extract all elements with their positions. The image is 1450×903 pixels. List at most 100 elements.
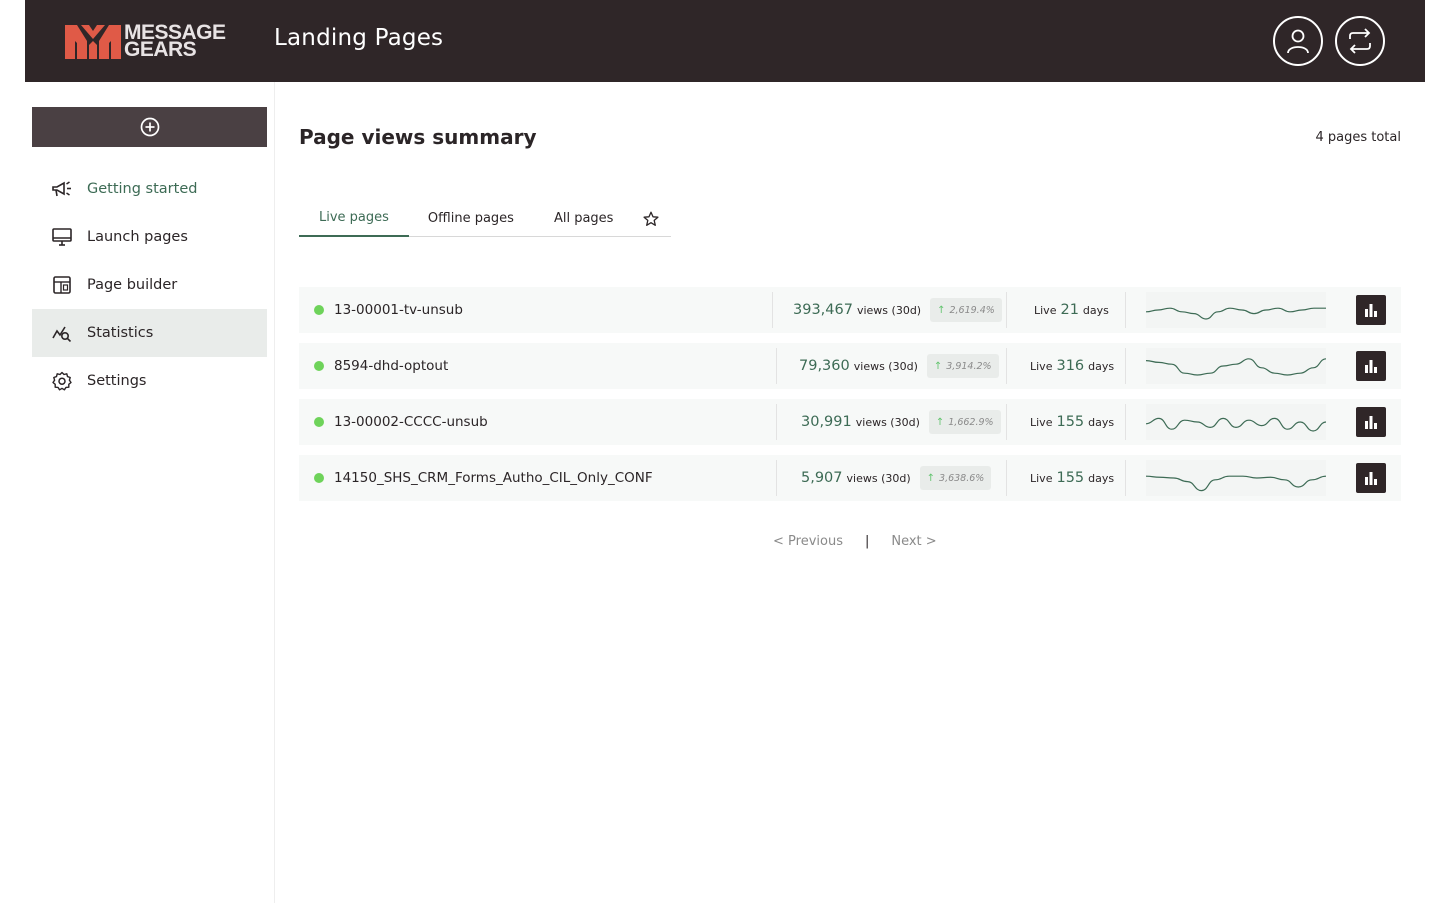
- change-badge: ↑ 2,619.4%: [930, 298, 1002, 322]
- live-status-dot: [314, 473, 324, 483]
- pages-total-count: 4 pages total: [1315, 130, 1401, 145]
- live-days: 155: [1056, 470, 1085, 486]
- list-item[interactable]: 13-00001-tv-unsub 393,467 views (30d) ↑ 2…: [299, 287, 1401, 333]
- view-stats-button[interactable]: [1356, 295, 1386, 325]
- change-value: 2,619.4%: [949, 304, 995, 316]
- live-prefix: Live: [1034, 304, 1057, 317]
- change-value: 3,638.6%: [939, 472, 985, 484]
- tab-favorites[interactable]: [633, 200, 669, 237]
- sidebar-item-label: Launch pages: [87, 229, 188, 245]
- view-stats-button[interactable]: [1356, 463, 1386, 493]
- messagegears-logo[interactable]: MESSAGE GEARS: [65, 22, 235, 60]
- page-name[interactable]: 13-00002-CCCC-unsub: [334, 414, 769, 430]
- logo-text: MESSAGE GEARS: [124, 22, 226, 60]
- column-divider: [1125, 348, 1126, 384]
- live-duration: Live 21 days: [1034, 302, 1109, 318]
- sidebar-item-getting-started[interactable]: Getting started: [32, 165, 267, 213]
- column-divider: [776, 460, 777, 496]
- column-divider: [776, 404, 777, 440]
- page-title: Page views summary: [299, 125, 537, 149]
- live-status-dot: [314, 417, 324, 427]
- change-value: 1,662.9%: [948, 416, 994, 428]
- arrow-up-icon: ↑: [933, 360, 943, 372]
- create-page-button[interactable]: [32, 107, 267, 147]
- column-divider: [1006, 292, 1007, 328]
- pages-list: 13-00001-tv-unsub 393,467 views (30d) ↑ 2…: [299, 287, 1401, 511]
- bar-chart-icon: [1365, 360, 1377, 373]
- sidebar-item-launch-pages[interactable]: Launch pages: [32, 213, 267, 261]
- swap-icon: [1349, 28, 1371, 54]
- top-header: MESSAGE GEARS Landing Pages: [25, 0, 1425, 82]
- sidebar-item-settings[interactable]: Settings: [32, 357, 267, 405]
- column-divider: [772, 292, 773, 328]
- list-item[interactable]: 8594-dhd-optout 79,360 views (30d) ↑ 3,91…: [299, 343, 1401, 389]
- live-duration: Live 155 days: [1030, 470, 1114, 486]
- column-divider: [1125, 292, 1126, 328]
- views-count: 30,991: [801, 414, 852, 430]
- live-prefix: Live: [1030, 360, 1053, 373]
- column-divider: [1006, 348, 1007, 384]
- page-name[interactable]: 8594-dhd-optout: [334, 358, 769, 374]
- views-label: views (30d): [856, 303, 922, 317]
- sparkline-path: [1146, 475, 1326, 492]
- next-page-link[interactable]: Next >: [891, 534, 936, 549]
- view-stats-button[interactable]: [1356, 407, 1386, 437]
- views-label: views (30d): [855, 415, 920, 429]
- change-badge: ↑ 1,662.9%: [928, 410, 1001, 434]
- previous-page-link[interactable]: < Previous: [773, 534, 843, 549]
- views-cell: 5,907 views (30d) ↑ 3,638.6%: [801, 466, 992, 490]
- views-sparkline: [1146, 460, 1326, 496]
- sidebar-nav: Getting started Launch pages Page builde…: [32, 165, 267, 405]
- live-status-dot: [314, 361, 324, 371]
- live-prefix: Live: [1030, 472, 1053, 485]
- list-item[interactable]: 14150_SHS_CRM_Forms_Autho_CIL_Only_CONF …: [299, 455, 1401, 501]
- app-title: Landing Pages: [274, 25, 444, 51]
- views-count: 79,360: [799, 358, 850, 374]
- user-profile-button[interactable]: [1273, 16, 1323, 66]
- views-cell: 393,467 views (30d) ↑ 2,619.4%: [793, 298, 1002, 322]
- live-suffix: days: [1082, 304, 1109, 317]
- views-sparkline: [1146, 348, 1326, 384]
- sidebar-item-label: Settings: [87, 373, 147, 389]
- arrow-up-icon: ↑: [937, 304, 946, 316]
- live-duration: Live 155 days: [1030, 414, 1114, 430]
- column-divider: [1125, 460, 1126, 496]
- bar-chart-icon: [1365, 472, 1377, 485]
- switch-account-button[interactable]: [1335, 16, 1385, 66]
- column-divider: [1125, 404, 1126, 440]
- sidebar-item-label: Getting started: [87, 181, 198, 197]
- tab-offline-pages[interactable]: Offline pages: [409, 200, 534, 237]
- views-sparkline: [1146, 292, 1326, 328]
- views-label: views (30d): [853, 359, 918, 373]
- views-sparkline: [1146, 404, 1326, 440]
- change-value: 3,914.2%: [946, 360, 992, 372]
- column-divider: [776, 348, 777, 384]
- page-name[interactable]: 14150_SHS_CRM_Forms_Autho_CIL_Only_CONF: [334, 470, 769, 486]
- live-days: 21: [1060, 302, 1079, 318]
- views-label: views (30d): [846, 471, 911, 485]
- change-badge: ↑ 3,914.2%: [926, 354, 999, 378]
- live-status-dot: [314, 305, 324, 315]
- views-count: 5,907: [801, 470, 843, 486]
- list-item[interactable]: 13-00002-CCCC-unsub 30,991 views (30d) ↑…: [299, 399, 1401, 445]
- column-divider: [1006, 404, 1007, 440]
- page-name[interactable]: 13-00001-tv-unsub: [334, 302, 769, 318]
- sidebar-divider: [274, 82, 275, 903]
- arrow-up-icon: ↑: [935, 416, 945, 428]
- bar-chart-icon: [1365, 304, 1377, 317]
- live-suffix: days: [1088, 360, 1115, 373]
- view-stats-button[interactable]: [1356, 351, 1386, 381]
- views-cell: 79,360 views (30d) ↑ 3,914.2%: [799, 354, 999, 378]
- views-count: 393,467: [793, 302, 853, 318]
- sparkline-path: [1146, 307, 1326, 320]
- tab-all-pages[interactable]: All pages: [534, 200, 634, 237]
- pagination-separator: |: [864, 534, 870, 549]
- logo-mark-icon: [65, 25, 121, 59]
- gear-icon: [52, 371, 72, 391]
- live-days: 155: [1056, 414, 1085, 430]
- sidebar-item-statistics[interactable]: Statistics: [32, 309, 267, 357]
- page-filter-tabs: Live pages Offline pages All pages: [299, 200, 671, 237]
- live-suffix: days: [1088, 472, 1115, 485]
- sidebar-item-page-builder[interactable]: Page builder: [32, 261, 267, 309]
- tab-live-pages[interactable]: Live pages: [299, 200, 409, 237]
